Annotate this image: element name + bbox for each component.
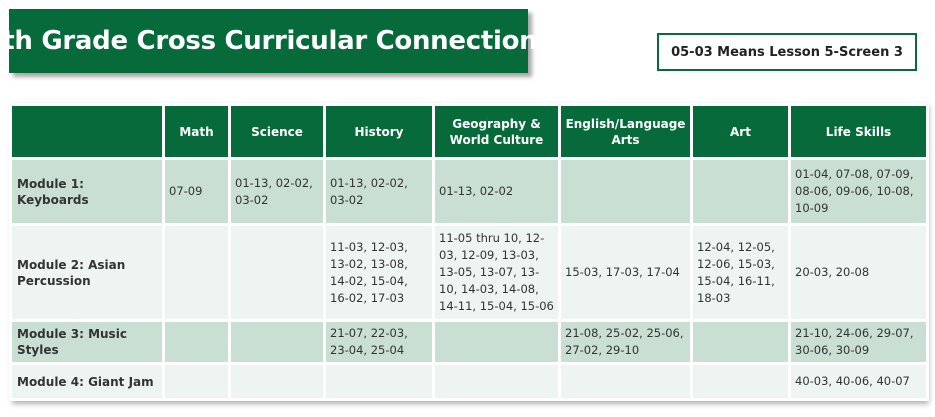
column-header-science: Science: [228, 103, 326, 160]
table-cell: 01-13, 02-02: [432, 157, 561, 226]
table-cell: [558, 362, 693, 401]
row-header: Module 3: Music Styles: [9, 319, 165, 365]
table-cell: [228, 319, 326, 365]
table-cell: [558, 157, 693, 226]
page-title: 8th Grade Cross Curricular Connections: [0, 26, 553, 56]
table-row: Module 3: Music Styles 21-07, 22-03, 23-…: [9, 319, 929, 365]
table-cell: [162, 319, 231, 365]
table-row: Module 1: Keyboards 07-09 01-13, 02-02, …: [9, 157, 929, 226]
table-cell: 20-03, 20-08: [788, 223, 929, 322]
table-cell: 11-05 thru 10, 12-03, 12-09, 13-03, 13-0…: [432, 223, 561, 322]
header-row: Math Science History Geography & World C…: [9, 103, 929, 160]
table-cell: [228, 223, 326, 322]
column-header-geography: Geography & World Culture: [432, 103, 561, 160]
table-cell: [162, 223, 231, 322]
lesson-code-legend: 05-03 Means Lesson 5-Screen 3: [657, 33, 917, 71]
row-header: Module 1: Keyboards: [9, 157, 165, 226]
table-cell: [162, 362, 231, 401]
column-header-life-skills: Life Skills: [788, 103, 929, 160]
table-cell: 15-03, 17-03, 17-04: [558, 223, 693, 322]
table-row: Module 2: Asian Percussion 11-03, 12-03,…: [9, 223, 929, 322]
table-cell: 07-09: [162, 157, 231, 226]
row-header: Module 2: Asian Percussion: [9, 223, 165, 322]
table-cell: 01-04, 07-08, 07-09, 08-06, 09-06, 10-08…: [788, 157, 929, 226]
table-cell: [228, 362, 326, 401]
table-cell: [432, 362, 561, 401]
table-cell: 21-07, 22-03, 23-04, 25-04: [323, 319, 435, 365]
table-cell: 12-04, 12-05, 12-06, 15-03, 15-04, 16-11…: [690, 223, 791, 322]
connections-table-wrapper: Math Science History Geography & World C…: [9, 103, 929, 401]
table-cell: [690, 157, 791, 226]
table-cell: [690, 362, 791, 401]
column-header-art: Art: [690, 103, 791, 160]
table-row: Module 4: Giant Jam 40-03, 40-06, 40-07: [9, 362, 929, 401]
page: 8th Grade Cross Curricular Connections 0…: [0, 0, 935, 417]
table-cell: 21-08, 25-02, 25-06, 27-02, 29-10: [558, 319, 693, 365]
column-header-math: Math: [162, 103, 231, 160]
table-cell: [690, 319, 791, 365]
connections-table: Math Science History Geography & World C…: [9, 103, 929, 401]
table-cell: 01-13, 02-02, 03-02: [228, 157, 326, 226]
table-cell: 11-03, 12-03, 13-02, 13-08, 14-02, 15-04…: [323, 223, 435, 322]
table-cell: 01-13, 02-02, 03-02: [323, 157, 435, 226]
table-cell: 21-10, 24-06, 29-07, 30-06, 30-09: [788, 319, 929, 365]
row-header: Module 4: Giant Jam: [9, 362, 165, 401]
table-cell: [432, 319, 561, 365]
table-cell: 40-03, 40-06, 40-07: [788, 362, 929, 401]
table-cell: [323, 362, 435, 401]
column-header-english: English/Language Arts: [558, 103, 693, 160]
column-header-history: History: [323, 103, 435, 160]
title-banner: 8th Grade Cross Curricular Connections: [0, 9, 553, 73]
header-corner: [9, 103, 165, 160]
